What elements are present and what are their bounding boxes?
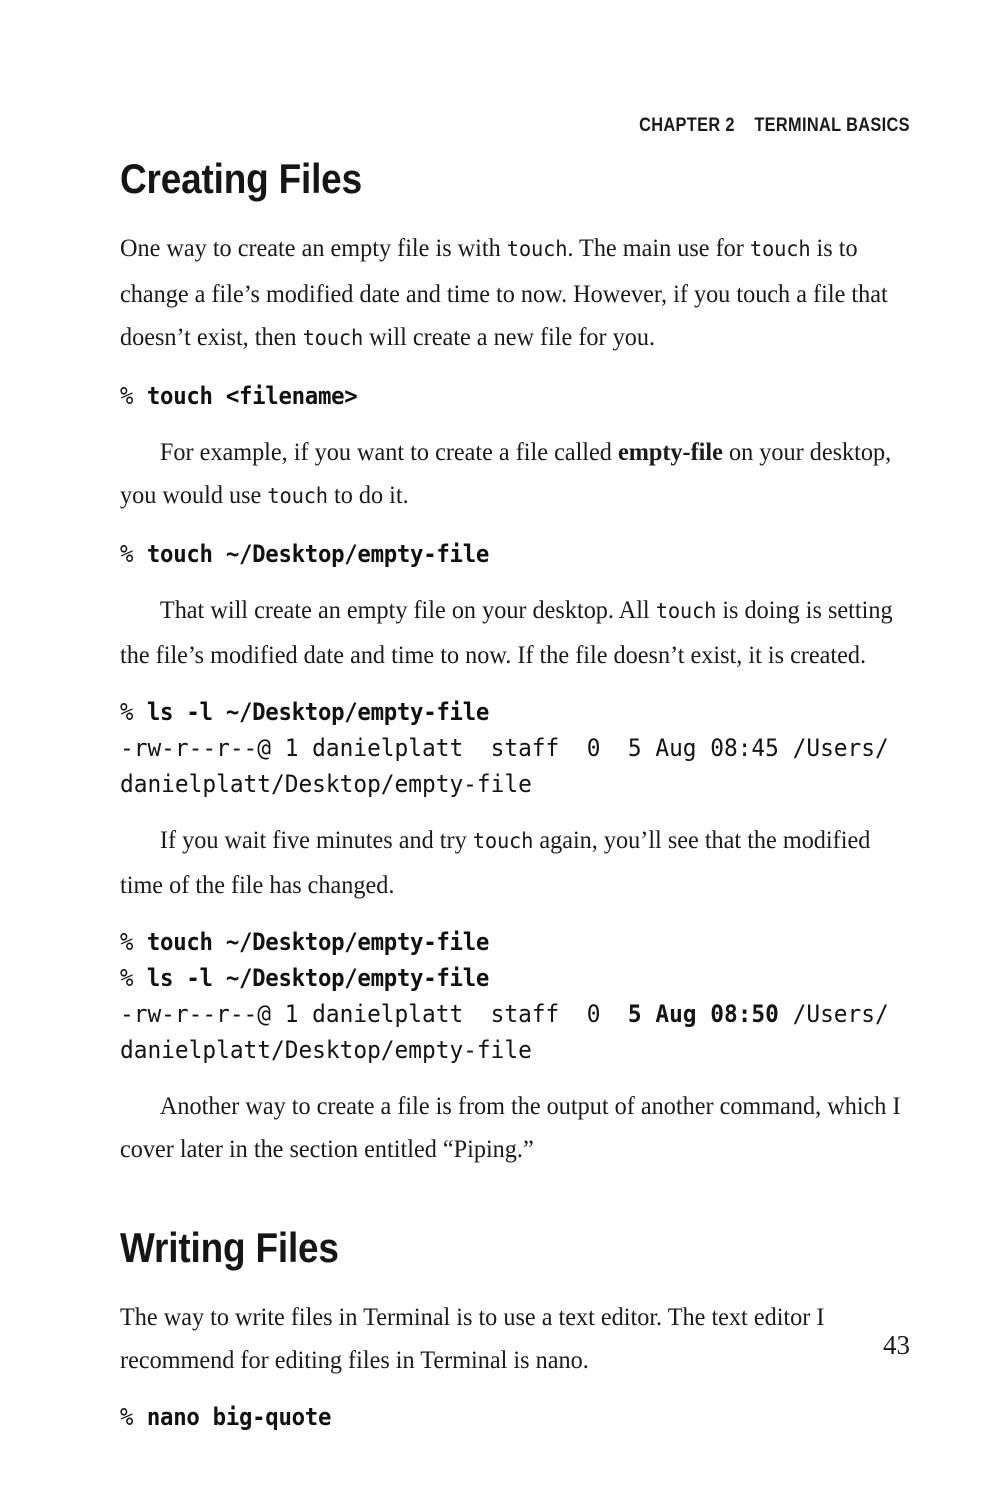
terminal-output: -rw-r--r--@ 1 danielplatt staff 0 5 Aug … (120, 730, 889, 802)
text-run: For example, if you want to create a fil… (159, 436, 618, 466)
shell-command: touch ~/Desktop/empty-file (146, 927, 490, 956)
shell-prompt: % (120, 1402, 147, 1431)
shell-command: ls -l ~/Desktop/empty-file (146, 963, 490, 992)
inline-code: touch (749, 237, 811, 262)
text-run: -rw-r--r--@ 1 danielplatt staff 0 (120, 999, 628, 1028)
shell-prompt: % (120, 963, 147, 992)
shell-prompt: % (120, 697, 147, 726)
page-number: 43 (883, 1330, 910, 1360)
terminal-output: -rw-r--r--@ 1 danielplatt staff 0 5 Aug … (120, 996, 889, 1068)
body-paragraph: That will create an empty file on your d… (120, 588, 910, 677)
body-paragraph: If you wait five minutes and try touch a… (120, 818, 910, 907)
text-run: /Users/ (778, 999, 889, 1028)
shell-prompt: % (120, 927, 147, 956)
section-heading: Writing Files (120, 1223, 339, 1271)
terminal-command-line: % touch ~/Desktop/empty-file (120, 536, 855, 572)
text-run: The way to write files in Terminal is to… (120, 1301, 825, 1375)
terminal-command-line: % touch <filename> (120, 378, 855, 414)
book-page: CHAPTER 2 TERMINAL BASICS Creating Files… (0, 0, 989, 1500)
text-run: One way to create an empty file is with (120, 233, 507, 262)
shell-command: touch <filename> (146, 381, 358, 410)
text-run: danielplatt/Desktop/empty-file (120, 769, 532, 798)
text-run: Another way to create a file is from the… (120, 1090, 901, 1164)
body-paragraph: For example, if you want to create a fil… (120, 430, 910, 519)
inline-code: touch (655, 598, 717, 624)
inline-code: touch (267, 484, 328, 509)
section-heading: Creating Files (120, 155, 362, 202)
emphasis-text: 5 Aug 08:50 (627, 999, 779, 1028)
text-run: That will create an empty file on your d… (159, 594, 656, 624)
page-content: Creating Files One way to create an empty… (120, 0, 910, 1435)
terminal-command-line: % nano big-quote (120, 1399, 855, 1435)
inline-code: touch (506, 237, 568, 262)
body-paragraph: The way to write files in Terminal is to… (120, 1295, 910, 1382)
text-run: will create a new file for you. (363, 322, 656, 351)
inline-code: touch (472, 828, 534, 854)
text-run: to do it. (327, 480, 409, 509)
emphasis-text: empty-file (617, 436, 723, 466)
shell-command: nano big-quote (146, 1402, 332, 1431)
terminal-command-line: % ls -l ~/Desktop/empty-file (120, 694, 855, 730)
terminal-command-line: % ls -l ~/Desktop/empty-file (120, 960, 855, 996)
text-run: danielplatt/Desktop/empty-file (120, 1035, 532, 1064)
body-paragraph: One way to create an empty file is with … (120, 226, 910, 361)
shell-command: touch ~/Desktop/empty-file (146, 539, 490, 568)
shell-prompt: % (120, 381, 147, 410)
shell-command: ls -l ~/Desktop/empty-file (146, 697, 490, 726)
shell-prompt: % (120, 539, 147, 568)
text-run: If you wait five minutes and try (159, 824, 473, 854)
body-paragraph: Another way to create a file is from the… (120, 1084, 910, 1171)
inline-code: touch (302, 326, 364, 351)
terminal-command-line: % touch ~/Desktop/empty-file (120, 924, 855, 960)
text-run: . The main use for (567, 233, 750, 262)
text-run: -rw-r--r--@ 1 danielplatt staff 0 5 Aug … (120, 733, 889, 762)
